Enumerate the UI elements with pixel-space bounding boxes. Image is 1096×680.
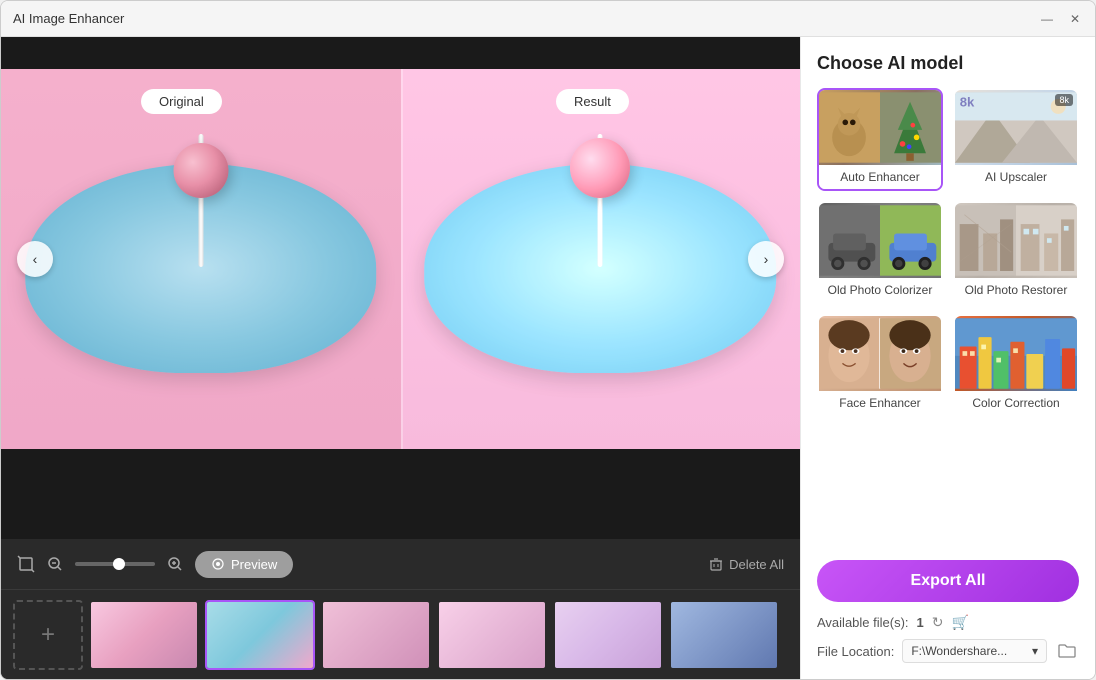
model-thumb-ai-upscaler: 8k 8k bbox=[955, 90, 1077, 165]
thumbnail-1[interactable] bbox=[89, 600, 199, 670]
zoom-out-icon[interactable] bbox=[47, 556, 63, 572]
preview-button[interactable]: Preview bbox=[195, 551, 293, 578]
model-label-face-enhancer: Face Enhancer bbox=[819, 391, 941, 415]
delete-all-container[interactable]: Delete All bbox=[709, 557, 784, 572]
file-path-select[interactable]: F:\Wondershare... ▾ bbox=[902, 639, 1047, 663]
toolbar-left: Preview bbox=[17, 551, 293, 578]
image-viewer-panel: Original Result bbox=[1, 37, 800, 679]
crop-icon[interactable] bbox=[17, 555, 35, 573]
model-card-old-restorer[interactable]: Old Photo Restorer bbox=[953, 201, 1079, 304]
model-label-auto-enhancer: Auto Enhancer bbox=[819, 165, 941, 189]
next-arrow[interactable]: › bbox=[748, 241, 784, 277]
ball-right bbox=[570, 138, 630, 198]
original-label: Original bbox=[141, 89, 222, 114]
panel-title: Choose AI model bbox=[817, 53, 1079, 74]
model-card-ai-upscaler[interactable]: 8k 8k AI Upscaler bbox=[953, 88, 1079, 191]
model-card-old-colorizer[interactable]: Old Photo Colorizer bbox=[817, 201, 943, 304]
zoom-slider[interactable] bbox=[75, 562, 155, 566]
available-files-row: Available file(s): 1 ↻ 🛒 bbox=[817, 614, 1079, 631]
bottom-letterbox bbox=[1, 449, 800, 539]
result-label: Result bbox=[556, 89, 629, 114]
model-grid: Auto Enhancer 8k bbox=[817, 88, 1079, 417]
ball-left bbox=[173, 143, 228, 198]
image-area: Original Result bbox=[1, 37, 800, 539]
model-label-color-correction: Color Correction bbox=[955, 391, 1077, 415]
app-window: AI Image Enhancer — ✕ Original Result bbox=[0, 0, 1096, 680]
main-content: Original Result bbox=[1, 37, 1095, 679]
model-thumb-old-restorer bbox=[955, 203, 1077, 278]
model-label-ai-upscaler: AI Upscaler bbox=[955, 165, 1077, 189]
export-all-button[interactable]: Export All bbox=[817, 560, 1079, 602]
thumbnail-strip: + bbox=[1, 589, 800, 679]
window-controls: — ✕ bbox=[1039, 11, 1083, 27]
top-letterbox bbox=[1, 37, 800, 69]
upscale-badge: 8k bbox=[1055, 94, 1073, 106]
model-label-old-restorer: Old Photo Restorer bbox=[955, 278, 1077, 302]
ai-model-panel: Choose AI model bbox=[800, 37, 1095, 679]
svg-text:8k: 8k bbox=[960, 94, 975, 109]
model-thumb-color-correction bbox=[955, 316, 1077, 391]
model-label-old-colorizer: Old Photo Colorizer bbox=[819, 278, 941, 302]
file-path-value: F:\Wondershare... bbox=[911, 644, 1007, 658]
zoom-in-icon[interactable] bbox=[167, 556, 183, 572]
titlebar: AI Image Enhancer — ✕ bbox=[1, 1, 1095, 37]
delete-all-label: Delete All bbox=[729, 557, 784, 572]
export-section: Export All Available file(s): 1 ↻ 🛒 File… bbox=[817, 548, 1079, 663]
model-thumb-old-colorizer bbox=[819, 203, 941, 278]
minimize-button[interactable]: — bbox=[1039, 11, 1055, 27]
app-title: AI Image Enhancer bbox=[13, 11, 124, 26]
original-image bbox=[1, 69, 401, 449]
thumbnail-4[interactable] bbox=[437, 600, 547, 670]
chevron-down-icon: ▾ bbox=[1032, 644, 1038, 658]
zoom-thumb bbox=[113, 558, 125, 570]
split-divider bbox=[401, 69, 403, 449]
refresh-icon[interactable]: ↻ bbox=[932, 614, 944, 631]
available-files-count: 1 bbox=[917, 615, 924, 630]
zoom-slider-container bbox=[75, 562, 155, 566]
split-view: Original Result bbox=[1, 69, 800, 449]
model-card-auto-enhancer[interactable]: Auto Enhancer bbox=[817, 88, 943, 191]
file-location-label: File Location: bbox=[817, 644, 894, 659]
model-card-face-enhancer[interactable]: Face Enhancer bbox=[817, 314, 943, 417]
thumbnail-6[interactable] bbox=[669, 600, 779, 670]
folder-icon[interactable] bbox=[1055, 639, 1079, 663]
thumbnail-3[interactable] bbox=[321, 600, 431, 670]
model-thumb-face-enhancer bbox=[819, 316, 941, 391]
viewer-toolbar: Preview Delete All bbox=[1, 539, 800, 589]
model-card-color-correction[interactable]: Color Correction bbox=[953, 314, 1079, 417]
close-button[interactable]: ✕ bbox=[1067, 11, 1083, 27]
cart-icon[interactable]: 🛒 bbox=[952, 614, 969, 631]
model-thumb-auto-enhancer bbox=[819, 90, 941, 165]
prev-arrow[interactable]: ‹ bbox=[17, 241, 53, 277]
file-location-row: File Location: F:\Wondershare... ▾ bbox=[817, 639, 1079, 663]
add-image-button[interactable]: + bbox=[13, 600, 83, 670]
thumbnail-2[interactable] bbox=[205, 600, 315, 670]
result-image bbox=[401, 69, 801, 449]
available-files-label: Available file(s): bbox=[817, 615, 909, 630]
thumbnail-5[interactable] bbox=[553, 600, 663, 670]
